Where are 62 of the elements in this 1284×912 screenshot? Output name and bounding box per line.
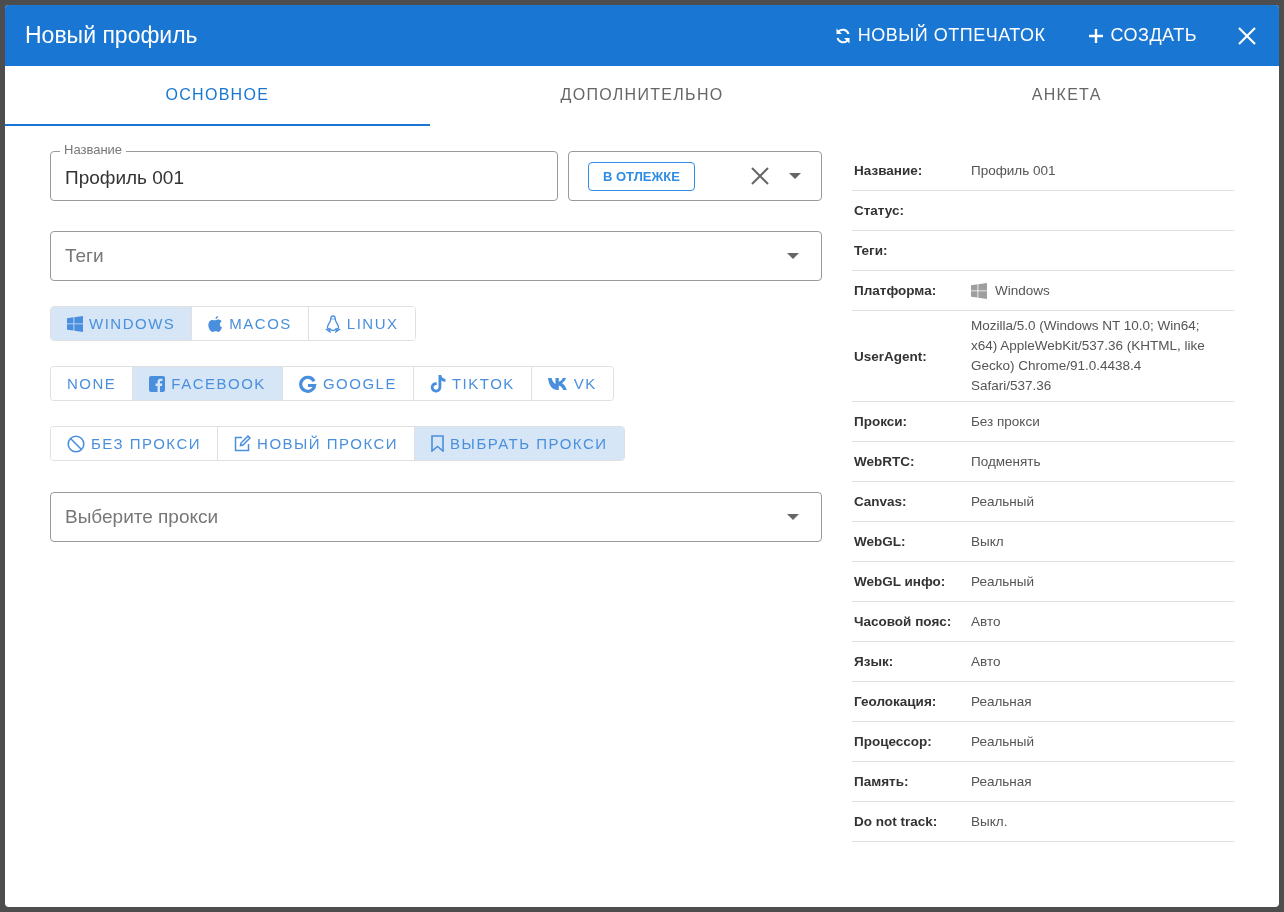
- summary-label: WebGL:: [854, 534, 907, 549]
- summary-value: Авто: [971, 652, 1001, 671]
- refresh-icon: [834, 26, 851, 45]
- summary-value: Подменять: [971, 452, 1041, 471]
- edit-icon: [234, 435, 252, 452]
- clear-icon[interactable]: [751, 167, 769, 185]
- summary-value: Без прокси: [971, 412, 1040, 431]
- vk-logo-icon: [547, 377, 568, 390]
- summary-label: Статус:: [854, 203, 905, 218]
- summary-label: Память:: [854, 774, 910, 789]
- summary-value: Выкл: [971, 532, 1004, 551]
- summary-value: Профиль 001: [971, 161, 1056, 180]
- toggle-button[interactable]: WINDOWS: [51, 307, 192, 340]
- dialog-title: Новый профиль: [25, 22, 199, 49]
- summary-label: WebGL инфо:: [854, 574, 947, 589]
- bookmark-icon: [431, 435, 445, 452]
- tab[interactable]: ДОПОЛНИТЕЛЬНО: [429, 66, 855, 126]
- toggle-button[interactable]: LINUX: [307, 307, 415, 340]
- facebook-logo-icon: [149, 375, 166, 392]
- summary-value: Реальный: [971, 732, 1035, 751]
- tags-field[interactable]: Теги: [50, 231, 822, 281]
- summary-label: WebRTC:: [854, 454, 916, 469]
- summary-value: Выкл.: [971, 812, 1008, 831]
- windows-logo-icon: [971, 282, 987, 299]
- tab[interactable]: АНКЕТА: [854, 66, 1279, 126]
- summary-label: Процессор:: [854, 734, 933, 749]
- toggle-button[interactable]: FACEBOOK: [132, 367, 282, 400]
- summary-label: Canvas:: [854, 494, 908, 509]
- caret-icon: [789, 173, 801, 179]
- summary-label: Геолокация:: [854, 694, 938, 709]
- summary-label: Часовой пояс:: [854, 614, 953, 629]
- status-chip: В ОТЛЕЖКЕ: [588, 161, 695, 191]
- summary-value: Windows: [995, 281, 1050, 300]
- penguin-icon: [324, 314, 341, 333]
- summary-label: Название:: [854, 163, 924, 178]
- plus-icon: [1089, 28, 1104, 43]
- windows-logo-icon: [67, 315, 83, 332]
- summary-value: Реальный: [971, 492, 1035, 511]
- summary-label: Do not track:: [854, 814, 939, 829]
- caret-icon: [787, 253, 799, 259]
- new-fingerprint-button[interactable]: НОВЫЙ ОТПЕЧАТОК: [834, 25, 1046, 46]
- summary-value: Реальная: [971, 772, 1032, 791]
- proxy-select[interactable]: Выберите прокси: [50, 492, 822, 542]
- summary-label: Прокси:: [854, 414, 909, 429]
- google-logo-icon: [298, 374, 317, 393]
- tiktok-logo-icon: [429, 374, 446, 393]
- summary-value: Реальная: [971, 692, 1032, 711]
- summary-label: UserAgent:: [854, 348, 928, 364]
- tab[interactable]: ОСНОВНОЕ: [5, 66, 430, 126]
- caret-icon: [787, 514, 799, 520]
- summary-value: Авто: [971, 612, 1001, 631]
- summary-value: Mozilla/5.0 (Windows NT 10.0; Win64; x64) AppleWebKit/537.36 (KHTML, like Gecko) Chrome/91.0.4438.4 Safari/537.36: [971, 317, 1206, 395]
- status-select[interactable]: В ОТЛЕЖКЕ: [568, 151, 822, 201]
- toggle-button[interactable]: VK: [530, 367, 613, 400]
- toggle-button[interactable]: ВЫБРАТЬ ПРОКСИ: [414, 427, 624, 460]
- summary-label: Платформа:: [854, 283, 938, 298]
- summary-value: Реальный: [971, 572, 1035, 591]
- prohibited-icon: [67, 434, 85, 453]
- create-button[interactable]: СОЗДАТЬ: [1089, 25, 1197, 46]
- apple-logo-icon: [208, 315, 224, 332]
- summary-label: Язык:: [854, 654, 895, 669]
- summary-label: Теги:: [854, 243, 889, 258]
